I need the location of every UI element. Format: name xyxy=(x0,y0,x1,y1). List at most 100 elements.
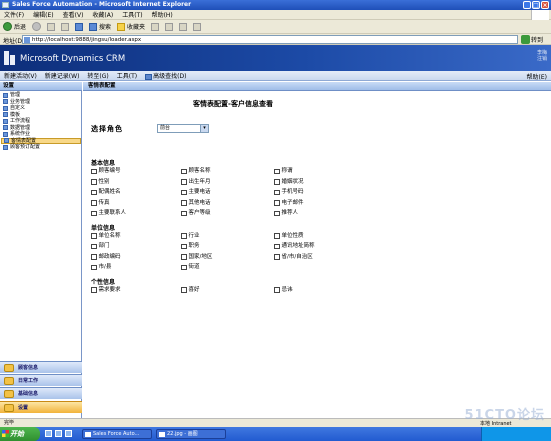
checkbox-box[interactable] xyxy=(274,287,280,293)
field-checkbox[interactable]: 推荐人 xyxy=(274,210,298,217)
checkbox-box[interactable] xyxy=(274,200,280,206)
taskbar-item-paint[interactable]: 22.jpg - 画图 xyxy=(156,429,226,439)
menu-help[interactable]: 帮助(H) xyxy=(152,10,173,19)
checkbox-box[interactable] xyxy=(91,189,97,196)
checkbox-box[interactable] xyxy=(91,179,97,185)
field-checkbox[interactable]: 传真 xyxy=(91,200,110,207)
field-checkbox[interactable]: 行业 xyxy=(181,233,200,240)
page-title: 客情表配置-客户信息查看 xyxy=(193,100,273,108)
menu-favorites[interactable]: 收藏(A) xyxy=(92,10,113,19)
checkbox-box[interactable] xyxy=(181,264,187,271)
field-checkbox[interactable]: 婚姻状况 xyxy=(274,179,304,186)
checkbox-box[interactable] xyxy=(91,264,97,271)
field-checkbox[interactable]: 单位名称 xyxy=(91,233,121,240)
minimize-button[interactable]: _ xyxy=(523,1,531,9)
back-button[interactable]: 后退 xyxy=(3,22,26,31)
checkbox-box[interactable] xyxy=(91,168,97,175)
desktop-quicklaunch-icon[interactable] xyxy=(65,430,72,437)
checkbox-box[interactable] xyxy=(91,254,97,260)
menu-tools[interactable]: 工具(T) xyxy=(122,10,142,19)
checkbox-box[interactable] xyxy=(181,189,187,196)
field-checkbox[interactable]: 单位性质 xyxy=(274,233,304,240)
field-checkbox[interactable]: 手机号码 xyxy=(274,189,304,196)
checkbox-box[interactable] xyxy=(91,200,97,206)
nav-section-button[interactable]: 日常工作 xyxy=(0,374,82,386)
field-checkbox[interactable]: 需求要求 xyxy=(91,287,121,294)
checkbox-box[interactable] xyxy=(181,233,187,239)
refresh-icon[interactable] xyxy=(61,22,70,31)
field-checkbox[interactable]: 街道 xyxy=(181,264,200,271)
checkbox-box[interactable] xyxy=(274,233,280,239)
checkbox-box[interactable] xyxy=(181,200,187,206)
history-icon[interactable] xyxy=(151,22,160,31)
checkbox-box[interactable] xyxy=(274,168,280,175)
field-checkbox[interactable]: 市/县 xyxy=(91,264,111,271)
field-checkbox[interactable]: 客户等级 xyxy=(181,210,211,217)
field-checkbox[interactable]: 主要电话 xyxy=(181,189,211,196)
checkbox-box[interactable] xyxy=(181,179,187,185)
help-menu[interactable]: 帮助(E) xyxy=(527,72,547,81)
checkbox-box[interactable] xyxy=(181,254,187,260)
mail-icon[interactable] xyxy=(165,22,174,31)
field-checkbox[interactable]: 邮政编码 xyxy=(91,254,121,261)
checkbox-box[interactable] xyxy=(91,243,97,250)
field-checkbox[interactable]: 其他电话 xyxy=(181,200,211,207)
field-checkbox[interactable]: 主要联系人 xyxy=(91,210,126,217)
nav-item[interactable]: 顾客预订配置 xyxy=(1,144,81,151)
checkbox-box[interactable] xyxy=(181,243,187,250)
checkbox-box[interactable] xyxy=(274,210,280,217)
field-checkbox[interactable]: 省/市/自治区 xyxy=(274,254,313,261)
forward-button[interactable] xyxy=(32,22,42,31)
field-checkbox[interactable]: 顾客编号 xyxy=(91,168,121,175)
field-checkbox[interactable]: 电子邮件 xyxy=(274,200,304,207)
new-activity-menu[interactable]: 新建活动(V) xyxy=(4,71,37,80)
field-checkbox[interactable]: 称谓 xyxy=(274,168,293,175)
checkbox-box[interactable] xyxy=(181,287,187,293)
field-checkbox[interactable]: 忌讳 xyxy=(274,287,293,294)
search-button[interactable]: 搜索 xyxy=(89,22,111,31)
print-icon[interactable] xyxy=(179,22,188,31)
role-select[interactable]: 前台 ▾ xyxy=(157,124,209,133)
advanced-find-button[interactable]: 高级查找(D) xyxy=(145,71,186,80)
checkbox-box[interactable] xyxy=(274,243,280,250)
edit-icon[interactable] xyxy=(193,22,202,31)
maximize-button[interactable]: □ xyxy=(532,1,540,9)
checkbox-box[interactable] xyxy=(274,189,280,196)
field-checkbox[interactable]: 配偶姓名 xyxy=(91,189,121,196)
address-input[interactable]: http://localhost:9888/jingsu/loader.aspx xyxy=(22,35,518,44)
checkbox-box[interactable] xyxy=(274,254,280,260)
sign-out-link[interactable]: 注销 xyxy=(537,56,547,62)
field-checkbox[interactable]: 顾客名称 xyxy=(181,168,211,175)
stop-icon[interactable] xyxy=(47,22,56,31)
checkbox-box[interactable] xyxy=(91,233,97,239)
goto-menu[interactable]: 转至(G) xyxy=(87,71,108,80)
field-checkbox[interactable]: 性别 xyxy=(91,179,110,186)
checkbox-box[interactable] xyxy=(91,210,97,217)
nav-section-button[interactable]: 基础信息 xyxy=(0,387,82,399)
menu-view[interactable]: 查看(V) xyxy=(63,10,84,19)
field-checkbox[interactable]: 喜好 xyxy=(181,287,200,294)
start-button[interactable]: 开始 xyxy=(0,427,40,441)
home-icon[interactable] xyxy=(75,22,84,31)
close-button[interactable]: × xyxy=(541,1,549,9)
field-checkbox[interactable]: 通讯地址简称 xyxy=(274,243,315,250)
checkbox-box[interactable] xyxy=(91,287,97,293)
field-checkbox[interactable]: 出生年月 xyxy=(181,179,211,186)
go-button[interactable]: 转到 xyxy=(521,35,543,44)
new-record-menu[interactable]: 新建记录(W) xyxy=(45,71,80,80)
favorites-button[interactable]: 收藏夹 xyxy=(117,22,145,31)
field-checkbox[interactable]: 职务 xyxy=(181,243,200,250)
menu-file[interactable]: 文件(F) xyxy=(4,10,24,19)
taskbar-item-ie[interactable]: Sales Force Auto... xyxy=(82,429,152,439)
nav-section-button[interactable]: 顾客信息 xyxy=(0,361,82,373)
tools-menu[interactable]: 工具(T) xyxy=(117,71,137,80)
checkbox-box[interactable] xyxy=(181,168,187,175)
nav-section-button[interactable]: 设置 xyxy=(0,401,82,413)
outlook-quicklaunch-icon[interactable] xyxy=(55,430,62,437)
ie-quicklaunch-icon[interactable] xyxy=(45,430,52,437)
checkbox-box[interactable] xyxy=(274,179,280,185)
field-checkbox[interactable]: 部门 xyxy=(91,243,110,250)
field-checkbox[interactable]: 国家/地区 xyxy=(181,254,212,261)
menu-edit[interactable]: 编辑(E) xyxy=(33,10,53,19)
checkbox-box[interactable] xyxy=(181,210,187,217)
